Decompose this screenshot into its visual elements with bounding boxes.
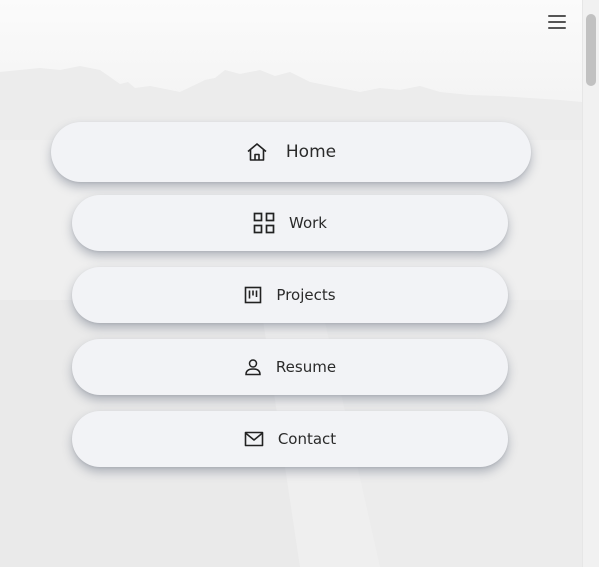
user-icon bbox=[244, 358, 262, 376]
grid-icon bbox=[253, 212, 275, 234]
nav-label-contact: Contact bbox=[277, 430, 337, 448]
nav-label-home: Home bbox=[285, 142, 337, 162]
nav-label-projects: Projects bbox=[276, 286, 336, 304]
kanban-board-icon bbox=[244, 286, 262, 304]
hamburger-icon[interactable] bbox=[548, 14, 566, 30]
nav-button-work[interactable]: Work bbox=[72, 195, 508, 251]
scrollbar-thumb[interactable] bbox=[586, 14, 596, 86]
page-scrollbar[interactable] bbox=[582, 0, 599, 567]
home-icon bbox=[246, 142, 268, 162]
nav-label-resume: Resume bbox=[275, 358, 337, 376]
nav-button-resume[interactable]: Resume bbox=[72, 339, 508, 395]
nav-button-contact[interactable]: Contact bbox=[72, 411, 508, 467]
nav-button-home[interactable]: Home bbox=[51, 122, 531, 182]
mail-icon bbox=[244, 431, 264, 447]
nav-button-projects[interactable]: Projects bbox=[72, 267, 508, 323]
nav-label-work: Work bbox=[289, 214, 327, 232]
